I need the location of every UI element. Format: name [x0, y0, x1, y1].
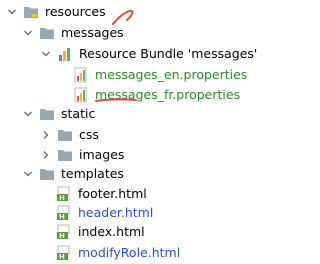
svg-text:H: H — [59, 253, 65, 261]
html-file-icon: H — [56, 186, 72, 202]
tree-item-label: header.html — [78, 205, 154, 220]
tree-item-static[interactable]: static — [0, 103, 278, 125]
tree-item-label: footer.html — [78, 186, 147, 201]
tree-item-label: modifyRole.html — [78, 245, 181, 260]
svg-text:H: H — [59, 232, 65, 240]
tree-item-label: resources — [45, 4, 106, 19]
folder-icon — [23, 4, 39, 20]
tree-item-label: static — [61, 106, 96, 121]
svg-text:H: H — [59, 194, 65, 202]
chevron-right-icon[interactable] — [40, 129, 52, 141]
tree-item-label: messages — [61, 25, 124, 40]
tree-item-label: messages_en.properties — [95, 67, 248, 82]
tree-item-label: templates — [61, 166, 124, 181]
folder-icon — [57, 127, 73, 143]
tree-item-index-html[interactable]: H index.html — [0, 221, 278, 243]
tree-item-templates[interactable]: templates — [0, 163, 278, 185]
chevron-down-icon[interactable] — [22, 168, 34, 180]
tree-item-css[interactable]: css — [0, 124, 278, 146]
html-file-icon: H — [56, 224, 72, 240]
tree-item-label: messages_fr.properties — [95, 87, 241, 102]
chevron-down-icon[interactable] — [22, 108, 34, 120]
chevron-down-icon[interactable] — [22, 27, 34, 39]
chevron-down-icon[interactable] — [40, 48, 52, 60]
chevron-down-icon[interactable] — [6, 6, 18, 18]
folder-icon — [39, 25, 55, 41]
chevron-right-icon[interactable] — [40, 149, 52, 161]
tree-item-resource-bundle[interactable]: Resource Bundle 'messages' — [0, 43, 278, 65]
folder-icon — [39, 106, 55, 122]
html-file-icon: H — [56, 245, 72, 261]
tree-item-messages[interactable]: messages — [0, 22, 278, 44]
properties-file-icon — [73, 67, 89, 83]
tree-item-messages-en[interactable]: messages_en.properties — [0, 64, 278, 86]
tree-item-label: images — [79, 147, 125, 162]
folder-icon — [39, 166, 55, 182]
tree-item-label: css — [79, 127, 99, 142]
tree-item-label: Resource Bundle 'messages' — [79, 46, 258, 61]
html-file-icon: H — [56, 205, 72, 221]
resource-bundle-icon — [57, 46, 73, 62]
properties-file-icon — [73, 87, 89, 103]
svg-text:H: H — [59, 213, 65, 221]
tree-item-modifyrole-html[interactable]: H modifyRole.html — [0, 242, 278, 264]
tree-item-label: index.html — [78, 224, 145, 239]
folder-icon — [57, 147, 73, 163]
tree-item-resources[interactable]: resources — [0, 1, 278, 23]
